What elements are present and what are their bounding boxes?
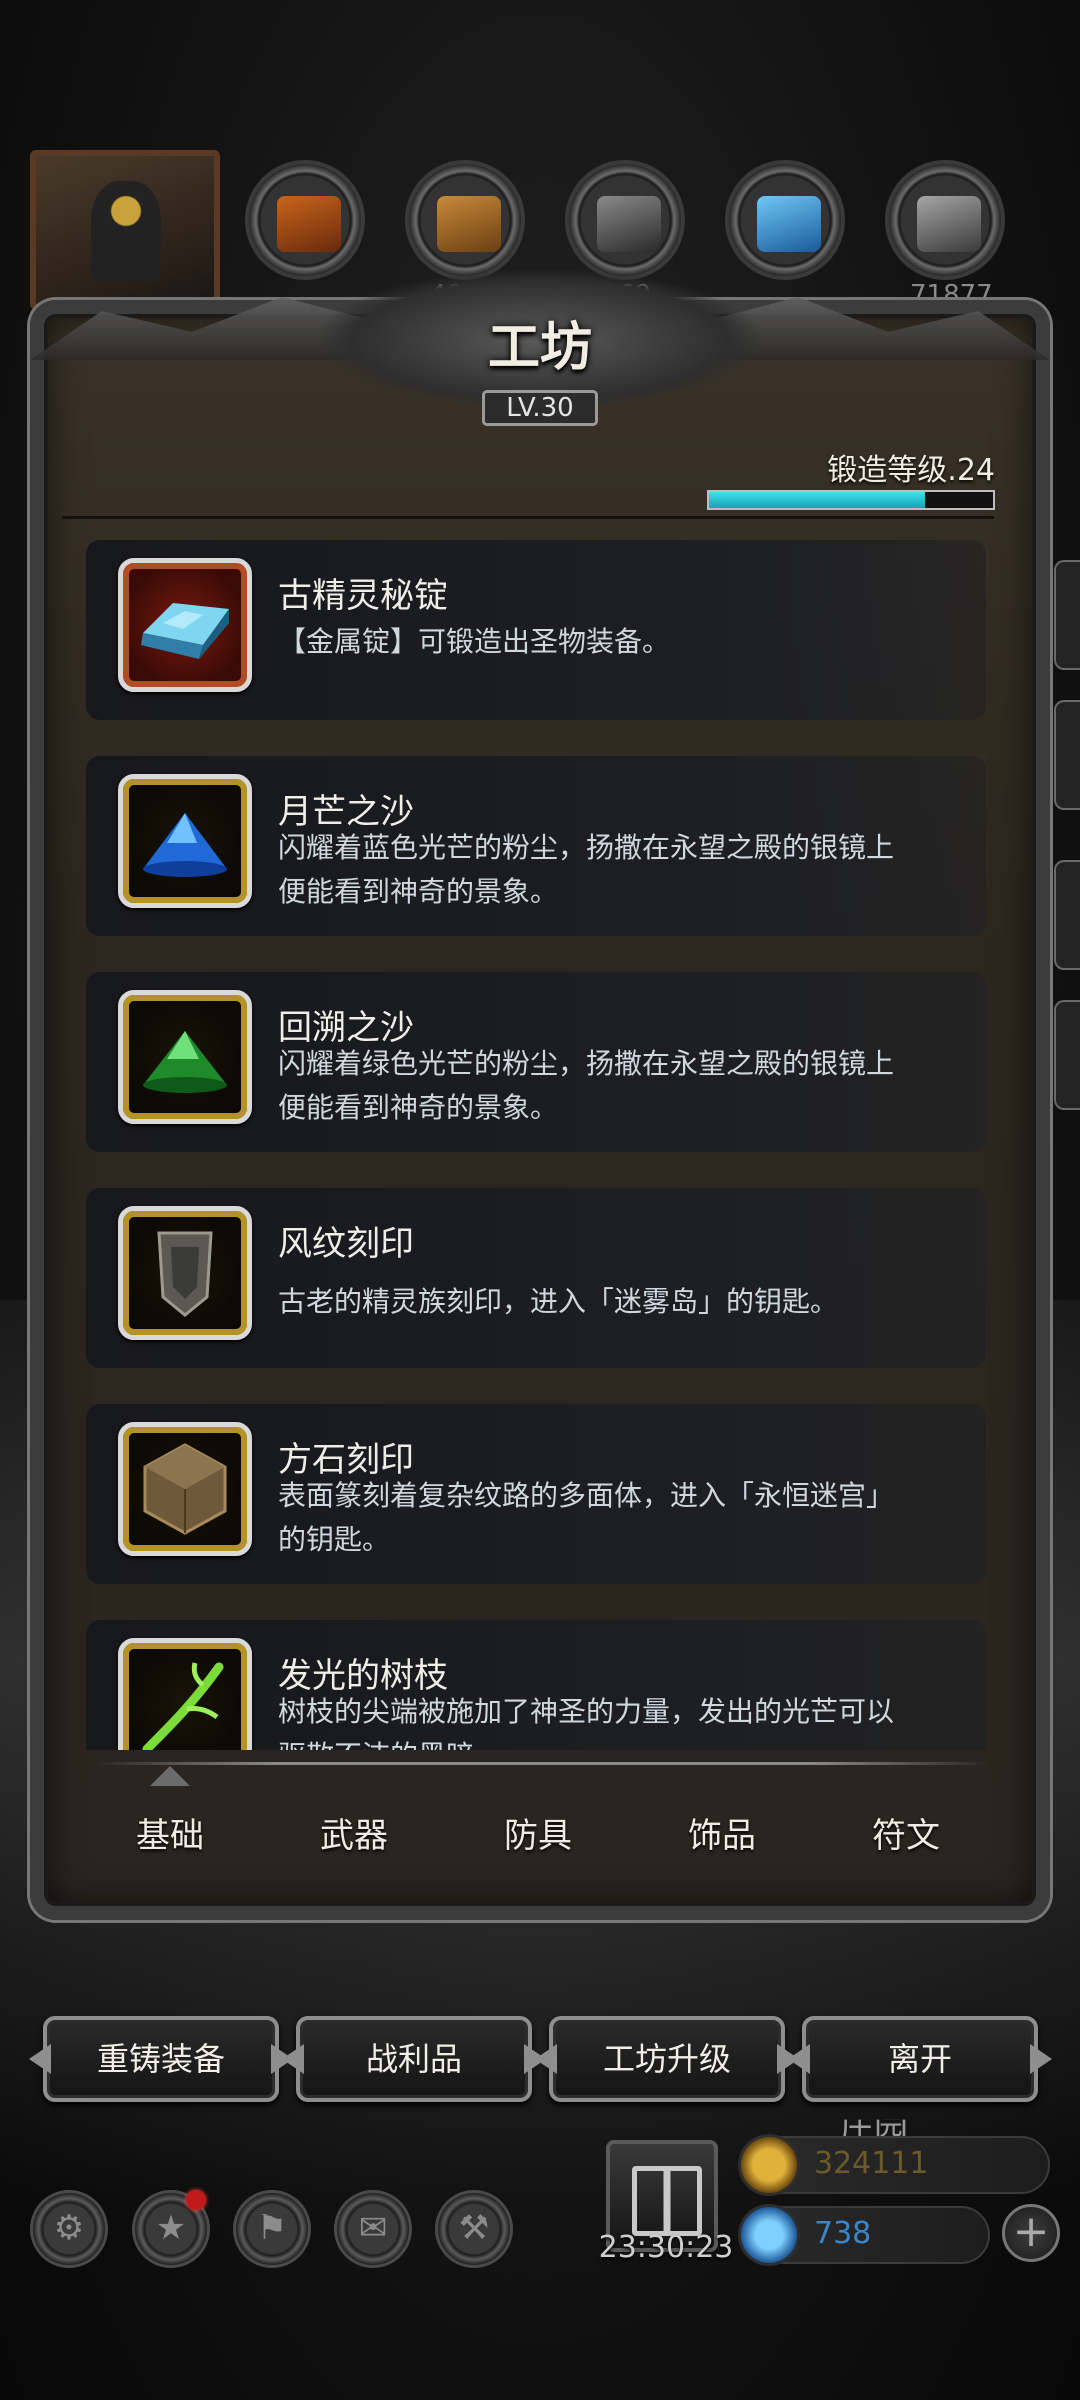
- gift-timer: 23:30:23: [598, 2230, 734, 2265]
- wood-icon: [437, 196, 501, 252]
- ingot-icon: [141, 603, 229, 659]
- item-list[interactable]: 古精灵秘锭 【金属锭】可锻造出圣物装备。 月芒之沙 闪耀着蓝色光芒的粉尘，扬撒在…: [86, 532, 996, 1750]
- gold-coin-icon: [738, 2134, 800, 2196]
- emblem-icon: [157, 1231, 213, 1317]
- category-tabs: 基础 武器 防具 饰品 符文: [80, 1808, 1000, 1868]
- tab-armor[interactable]: 防具: [468, 1808, 608, 1857]
- glowing-branch-icon: [142, 1662, 224, 1750]
- tab-weapon[interactable]: 武器: [284, 1808, 424, 1857]
- settings-icon[interactable]: ⚙: [30, 2190, 108, 2268]
- player-portrait[interactable]: [30, 150, 220, 310]
- item-icon-frame: [118, 990, 252, 1124]
- resource-stone-orb[interactable]: [565, 160, 685, 280]
- blue-sand-icon: [143, 813, 227, 877]
- list-item[interactable]: 月芒之沙 闪耀着蓝色光芒的粉尘，扬撒在永望之殿的银镜上便能看到神奇的景象。: [86, 756, 986, 936]
- item-desc: 【金属锭】可锻造出圣物装备。: [278, 625, 671, 658]
- forge-level-label: 锻造等级.24: [827, 453, 995, 488]
- tab-accessory[interactable]: 饰品: [652, 1808, 792, 1857]
- leave-button[interactable]: 离开: [802, 2016, 1038, 2102]
- list-item[interactable]: 回溯之沙 闪耀着绿色光芒的粉尘，扬撒在永望之殿的银镜上便能看到神奇的景象。: [86, 972, 986, 1152]
- reforge-button[interactable]: 重铸装备: [43, 2016, 279, 2102]
- tab-divider: [95, 1762, 990, 1765]
- item-desc: 树枝的尖端被施加了神圣的力量，发出的光芒可以驱散不洁的黑暗。: [278, 1695, 895, 1750]
- gem-currency: 738: [738, 2204, 990, 2266]
- side-tab[interactable]: [1054, 560, 1080, 670]
- item-icon-frame: [118, 558, 252, 692]
- item-desc: 表面篆刻着复杂纹路的多面体，进入「永恒迷宫」的钥匙。: [278, 1479, 895, 1556]
- crystal-icon: [757, 196, 821, 252]
- item-name: 古精灵秘锭: [278, 576, 448, 616]
- divider: [62, 516, 994, 519]
- item-desc: 闪耀着蓝色光芒的粉尘，扬撒在永望之殿的银镜上便能看到神奇的景象。: [278, 831, 895, 908]
- item-icon-frame: [118, 1206, 252, 1340]
- iron-icon: [917, 196, 981, 252]
- gold-amount: 324111: [814, 2146, 929, 2181]
- guild-banner-icon[interactable]: ⚑: [233, 2190, 311, 2268]
- forge-progress-fill: [709, 492, 925, 508]
- gem-icon: [738, 2204, 800, 2266]
- stone-icon: [597, 196, 661, 252]
- green-sand-icon: [143, 1031, 227, 1093]
- tab-basic[interactable]: 基础: [100, 1808, 240, 1857]
- notification-dot: [186, 2190, 206, 2210]
- item-desc: 闪耀着绿色光芒的粉尘，扬撒在永望之殿的银镜上便能看到神奇的景象。: [278, 1047, 895, 1124]
- workshop-level-badge: LV.30: [482, 390, 598, 426]
- gem-amount: 738: [814, 2216, 872, 2251]
- resource-crystal-orb[interactable]: [725, 160, 845, 280]
- panel-title: 工坊: [487, 317, 592, 378]
- resource-iron-orb[interactable]: [885, 160, 1005, 280]
- item-icon-frame: [118, 1638, 252, 1750]
- shop-icon[interactable]: ⚒: [435, 2190, 513, 2268]
- list-item[interactable]: 风纹刻印 古老的精灵族刻印，进入「迷雾岛」的钥匙。: [86, 1188, 986, 1368]
- item-icon-frame: [118, 774, 252, 908]
- resource-wood-orb[interactable]: [405, 160, 525, 280]
- cube-icon: [143, 1443, 227, 1535]
- portrait-face: [91, 181, 161, 281]
- loot-button[interactable]: 战利品: [296, 2016, 532, 2102]
- forge-progress-bar: [707, 490, 995, 510]
- list-item[interactable]: 发光的树枝 树枝的尖端被施加了神圣的力量，发出的光芒可以驱散不洁的黑暗。: [86, 1620, 986, 1750]
- item-desc: 古老的精灵族刻印，进入「迷雾岛」的钥匙。: [278, 1285, 839, 1318]
- mail-icon[interactable]: ✉: [334, 2190, 412, 2268]
- list-item[interactable]: 古精灵秘锭 【金属锭】可锻造出圣物装备。: [86, 540, 986, 720]
- item-name: 风纹刻印: [278, 1224, 414, 1264]
- side-tab[interactable]: [1054, 700, 1080, 810]
- workshop-upgrade-button[interactable]: 工坊升级: [549, 2016, 785, 2102]
- add-gems-button[interactable]: +: [1002, 2204, 1060, 2262]
- tab-rune[interactable]: 符文: [836, 1808, 976, 1857]
- side-tab[interactable]: [1054, 1000, 1080, 1110]
- list-item[interactable]: 方石刻印 表面篆刻着复杂纹路的多面体，进入「永恒迷宫」的钥匙。: [86, 1404, 986, 1584]
- ore-icon: [277, 196, 341, 252]
- resource-ore-orb[interactable]: [245, 160, 365, 280]
- item-icon-frame: [118, 1422, 252, 1556]
- gold-currency: 324111: [738, 2134, 1050, 2196]
- side-tab[interactable]: [1054, 860, 1080, 970]
